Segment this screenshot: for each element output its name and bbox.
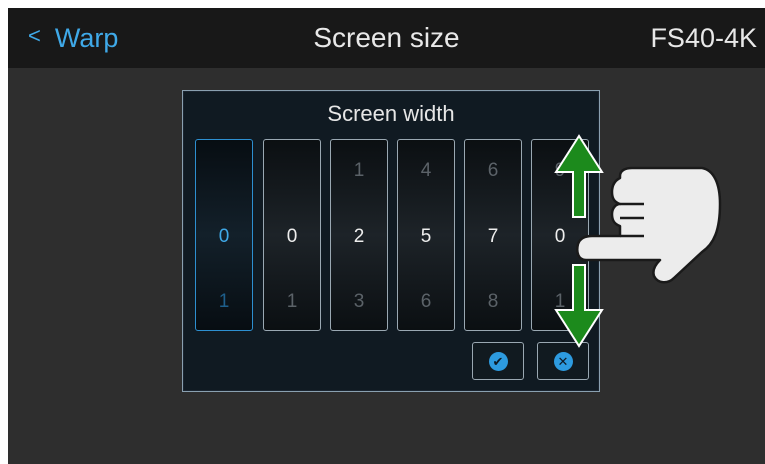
chevron-left-icon: < xyxy=(28,23,41,48)
wheel-current-value: 0 xyxy=(554,226,566,247)
wheel-current-value: 7 xyxy=(487,226,499,247)
digit-wheel-2[interactable]: 0 1 xyxy=(263,139,321,331)
digit-wheel-6[interactable]: 9 0 1 xyxy=(531,139,589,331)
wheel-next-value: 1 xyxy=(286,291,298,312)
wheel-current-value: 0 xyxy=(286,226,298,247)
wheel-next-value: 1 xyxy=(218,291,230,312)
screen-width-dialog: Screen width 0 1 0 1 1 2 3 4 5 6 6 7 8 9 xyxy=(182,90,600,392)
model-label: FS40-4K xyxy=(650,22,757,53)
wheel-prev-value: 4 xyxy=(420,160,432,181)
cancel-button[interactable]: ✕ xyxy=(537,342,589,380)
digit-wheel-4[interactable]: 4 5 6 xyxy=(397,139,455,331)
wheel-next-value: 8 xyxy=(487,291,499,312)
screen: Screen size < Warp FS40-4K Screen width … xyxy=(8,8,765,464)
wheel-next-value: 6 xyxy=(420,291,432,312)
dialog-title: Screen width xyxy=(327,101,455,126)
wheel-current-value: 5 xyxy=(420,226,432,247)
check-circle-icon: ✔ xyxy=(488,351,508,371)
wheel-current-value: 2 xyxy=(353,226,365,247)
top-bar: Screen size < Warp FS40-4K xyxy=(8,8,765,68)
wheel-next-value: 1 xyxy=(554,291,566,312)
confirm-button[interactable]: ✔ xyxy=(472,342,524,380)
wheel-next-value: 3 xyxy=(353,291,365,312)
digit-wheel-5[interactable]: 6 7 8 xyxy=(464,139,522,331)
wheel-current-value: 0 xyxy=(218,226,230,247)
wheel-prev-value: 6 xyxy=(487,160,499,181)
back-label: Warp xyxy=(54,22,119,53)
wheel-prev-value: 9 xyxy=(554,160,566,181)
wheel-prev-value: 1 xyxy=(353,160,365,181)
close-circle-icon: ✕ xyxy=(553,351,573,371)
back-button[interactable]: < Warp xyxy=(28,8,118,68)
digit-wheel-1[interactable]: 0 1 xyxy=(195,139,253,331)
digit-wheel-3[interactable]: 1 2 3 xyxy=(330,139,388,331)
